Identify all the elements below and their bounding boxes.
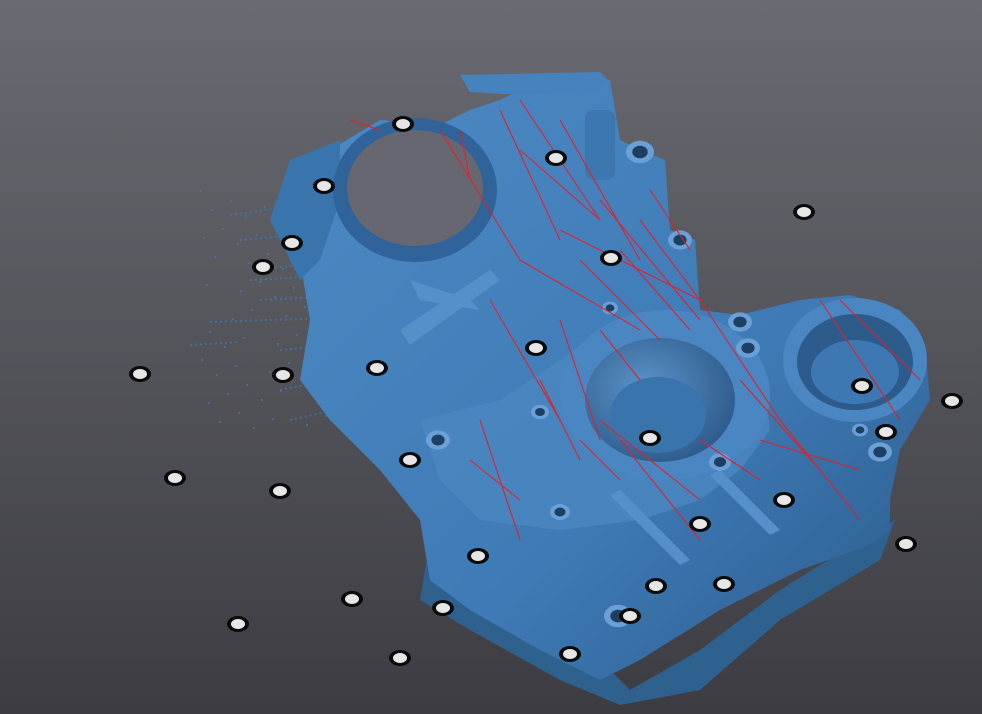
noise-point [230,200,232,202]
noise-point [264,206,266,208]
reference-marker-center [396,119,410,129]
noise-point [235,365,237,367]
reference-marker-center [855,381,869,391]
reference-marker-center [623,611,637,621]
right-cup [783,298,927,422]
reference-marker-center [717,579,731,589]
reference-marker-center [797,207,811,217]
noise-point [259,281,261,283]
noise-point [211,209,213,211]
noise-point [251,309,253,311]
noise-point [253,427,255,429]
noise-point [200,190,202,192]
bolt-hole [741,342,755,354]
noise-point [280,390,282,392]
noise-point [245,215,247,217]
noise-point [208,402,210,404]
reference-marker-center [256,262,270,272]
bolt-hole [632,145,648,159]
reference-marker-center [133,369,147,379]
top-post [585,110,615,180]
reference-marker-center [529,343,543,353]
scan-scene[interactable] [0,0,982,714]
noise-point [232,318,234,320]
reference-marker-center [403,455,417,465]
reference-marker-center [649,581,663,591]
noise-point [201,359,203,361]
noise-point [222,228,224,230]
bolt-hole [713,457,727,467]
reference-marker-center [471,551,485,561]
noise-point [267,253,269,255]
bolt-hole [855,426,865,434]
noise-point [227,393,229,395]
reference-marker-center [317,181,331,191]
noise-point [224,346,226,348]
reference-marker-center [345,594,359,604]
noise-point [206,284,208,286]
reference-marker-center [276,370,290,380]
reference-marker-center [231,619,245,629]
reference-marker-center [643,433,657,443]
bolt-hole [873,446,887,458]
noise-point [304,306,306,308]
reference-marker-center [370,363,384,373]
noise-point [203,237,205,239]
reference-marker-center [168,473,182,483]
noise-point [306,424,308,426]
reference-marker-center [879,427,893,437]
noise-point [277,343,279,345]
noise-point [288,362,290,364]
noise-point [214,256,216,258]
reference-marker-center [393,653,407,663]
bolt-hole [535,407,545,417]
noise-point [243,337,245,339]
noise-point [238,412,240,414]
bolt-hole [673,234,687,246]
bolt-hole [431,434,445,446]
noise-point [285,315,287,317]
reference-marker-center [945,396,959,406]
bolt-hole [733,316,747,328]
noise-point [272,418,274,420]
reference-marker-center [777,495,791,505]
noise-point [282,268,284,270]
noise-point [209,331,211,333]
reference-marker-center [563,649,577,659]
noise-point [219,421,221,423]
noise-point [296,334,298,336]
reference-marker-center [604,253,618,263]
noise-point [246,384,248,386]
reference-marker-center [273,486,287,496]
reference-marker-center [549,153,563,163]
noise-point [240,290,242,292]
noise-point [261,399,263,401]
bolt-hole [554,507,566,517]
center-bore [560,310,770,480]
noise-point [248,262,250,264]
reference-marker-center [899,539,913,549]
reference-marker-center [693,519,707,529]
noise-point [293,287,295,289]
noise-point [237,243,239,245]
reference-marker-center [436,603,450,613]
noise-point [216,374,218,376]
3d-scan-viewport[interactable] [0,0,982,714]
upper-bore [333,118,497,262]
reference-marker-center [285,238,299,248]
noise-point [269,371,271,373]
noise-point [256,234,258,236]
noise-point [274,296,276,298]
